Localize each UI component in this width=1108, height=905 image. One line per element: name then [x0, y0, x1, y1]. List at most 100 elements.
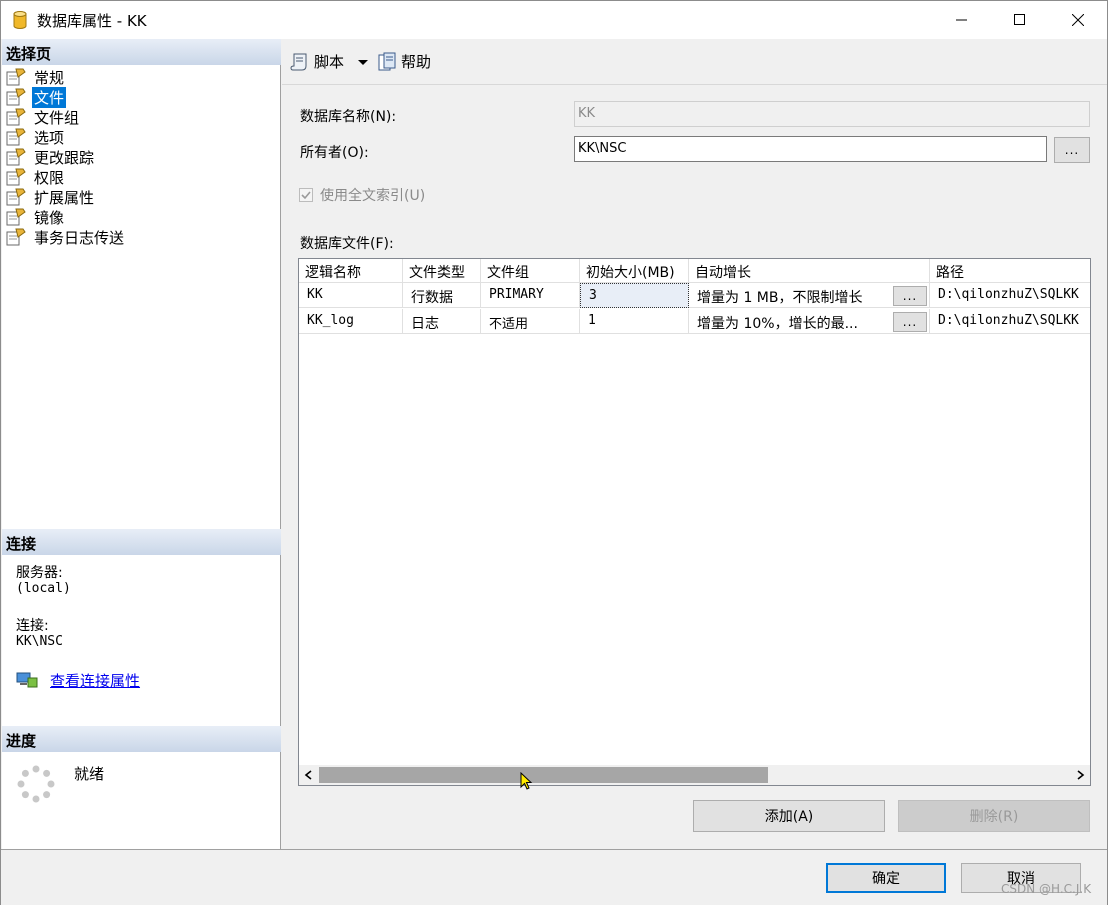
help-button[interactable]: 帮助 [377, 51, 431, 72]
left-pane: 选择页 常规 文件 文件组 选项 更改跟踪 权限 扩展属性 镜像 事务日志传送 连接 服务器: … [2, 39, 281, 849]
connection-properties-icon [16, 672, 38, 688]
cell-type[interactable]: 行数据 [403, 283, 481, 308]
page-icon [6, 148, 26, 166]
nav-item-2[interactable]: 文件组 [6, 107, 81, 127]
close-button[interactable] [1049, 1, 1107, 39]
cell-type[interactable]: 日志 [403, 309, 481, 334]
maximize-button[interactable] [991, 1, 1049, 39]
cell-filegroup[interactable]: PRIMARY [481, 283, 580, 308]
title-bar: 数据库属性 - KK [1, 1, 1107, 39]
nav-item-label: 选项 [34, 128, 65, 147]
close-icon [1072, 14, 1084, 26]
progress-spinner-icon [17, 765, 55, 803]
cell-size[interactable]: 3 [580, 283, 689, 308]
column-header[interactable]: 路径 [930, 259, 1090, 283]
database-icon [13, 11, 27, 29]
progress-header: 进度 [2, 726, 281, 752]
maximize-icon [1014, 14, 1025, 25]
page-icon [6, 108, 26, 126]
horizontal-scrollbar[interactable] [299, 765, 1090, 785]
db-name-field[interactable]: KK [574, 101, 1090, 127]
help-icon [378, 52, 396, 70]
cell-name[interactable]: KK_log [299, 309, 403, 334]
autogrowth-browse-button[interactable]: ... [893, 286, 927, 306]
mouse-cursor-icon [520, 772, 533, 790]
db-name-label: 数据库名称(N): [300, 109, 397, 125]
db-files-label: 数据库文件(F): [300, 236, 394, 252]
owner-browse-button[interactable]: ... [1054, 137, 1090, 163]
dropdown-arrow-icon[interactable] [356, 57, 370, 67]
cell-text: 日志 [411, 316, 439, 332]
nav-item-label: 权限 [34, 168, 65, 187]
nav-item-4[interactable]: 更改跟踪 [6, 147, 96, 167]
window-title: 数据库属性 - KK [37, 12, 147, 30]
owner-field[interactable]: KK\NSC [574, 136, 1047, 162]
nav-item-0[interactable]: 常规 [6, 67, 66, 87]
cell-text: KK_log [307, 313, 354, 328]
autogrowth-browse-button[interactable]: ... [893, 312, 927, 332]
cell-text: 增量为 1 MB，不限制增长 [697, 290, 863, 306]
fulltext-checkbox[interactable] [299, 187, 314, 203]
column-header[interactable]: 初始大小(MB) [580, 259, 689, 283]
cell-path[interactable]: D:\qilonzhuZ\SQLKK [930, 309, 1090, 334]
nav-item-1[interactable]: 文件 [6, 86, 67, 108]
script-icon [290, 53, 307, 70]
scroll-right-icon[interactable] [1075, 770, 1085, 780]
nav-item-8[interactable]: 事务日志传送 [6, 227, 126, 247]
cell-text: KK [307, 287, 323, 302]
scroll-thumb[interactable] [319, 767, 768, 783]
database-properties-window: 数据库属性 - KK 选择页 常规 文件 文件组 选项 更改跟踪 权限 扩展属性 镜像 事务日志… [0, 0, 1108, 905]
cell-filegroup[interactable]: 不适用 [481, 309, 580, 334]
remove-button[interactable]: 删除(R) [898, 800, 1090, 832]
scroll-left-icon[interactable] [304, 770, 314, 780]
cell-text: D:\qilonzhuZ\SQLKK [938, 313, 1079, 328]
nav-item-7[interactable]: 镜像 [6, 207, 66, 227]
toolbar: 脚本 帮助 [282, 39, 1107, 85]
view-connection-properties-link[interactable]: 查看连接属性 [50, 670, 140, 691]
column-header[interactable]: 文件组 [481, 259, 580, 283]
add-button[interactable]: 添加(A) [693, 800, 885, 832]
cell-text: 3 [589, 288, 597, 303]
ok-button[interactable]: 确定 [826, 863, 946, 893]
cell-text: PRIMARY [489, 287, 544, 302]
connection-header: 连接 [2, 529, 281, 555]
watermark: CSDN @H.C.J.K [1001, 882, 1092, 896]
nav-item-label: 常规 [34, 68, 65, 87]
nav-item-label: 镜像 [34, 208, 65, 227]
script-button[interactable]: 脚本 [290, 51, 370, 72]
progress-status: 就绪 [74, 765, 105, 783]
page-icon [6, 168, 26, 186]
minimize-button[interactable] [933, 1, 991, 39]
column-header[interactable]: 逻辑名称 [299, 259, 403, 283]
cell-size[interactable]: 1 [580, 309, 689, 334]
connection-label: 连接: [16, 618, 49, 634]
page-icon [6, 68, 26, 86]
nav-item-3[interactable]: 选项 [6, 127, 66, 147]
nav-item-label: 文件 [32, 86, 67, 108]
cell-text: 1 [588, 313, 596, 328]
cell-text: 增量为 10%，增长的最... [697, 316, 858, 332]
minimize-icon [956, 19, 967, 21]
fulltext-checkbox-row: 使用全文索引(U) [299, 185, 425, 205]
page-icon [6, 128, 26, 146]
page-icon [6, 208, 26, 226]
select-page-header: 选择页 [2, 39, 281, 65]
db-files-grid[interactable]: 逻辑名称 文件类型 文件组 初始大小(MB) 自动增长 路径 KK 行数据 PRIMARY 3 增量… [298, 258, 1091, 786]
column-header[interactable]: 文件类型 [403, 259, 481, 283]
column-header[interactable]: 自动增长 [689, 259, 930, 283]
cell-name[interactable]: KK [299, 283, 403, 308]
script-label: 脚本 [314, 53, 345, 71]
page-icon [6, 188, 26, 206]
server-label: 服务器: [16, 565, 63, 581]
page-icon [6, 228, 26, 246]
cell-text: 不适用 [489, 317, 529, 332]
right-pane: 脚本 帮助 数据库名称(N): KK 所有者(O): KK\NSC ... 使用 [282, 39, 1107, 849]
page-icon [6, 88, 26, 106]
help-label: 帮助 [401, 53, 432, 71]
nav-item-5[interactable]: 权限 [6, 167, 66, 187]
nav-item-6[interactable]: 扩展属性 [6, 187, 96, 207]
fulltext-label: 使用全文索引(U) [320, 188, 426, 204]
bottom-bar: 确定 取消 CSDN @H.C.J.K [1, 849, 1107, 905]
cell-path[interactable]: D:\qilonzhuZ\SQLKK [930, 283, 1090, 308]
cell-text: D:\qilonzhuZ\SQLKK [938, 287, 1079, 302]
